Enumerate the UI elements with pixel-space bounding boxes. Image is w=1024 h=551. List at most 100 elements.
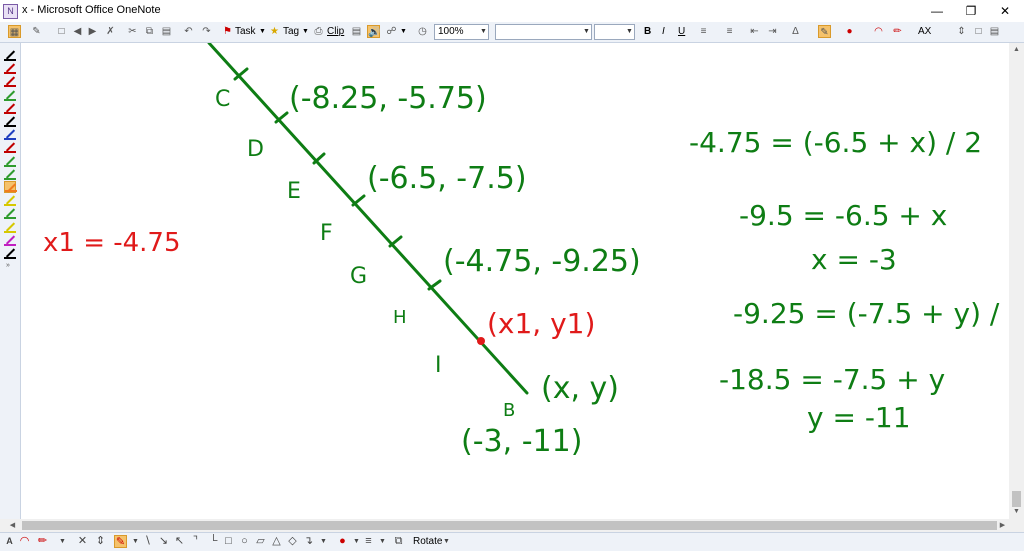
redo-icon[interactable]: ↷ <box>200 25 213 38</box>
clip-icon[interactable]: ⎙ <box>312 25 325 38</box>
rotate-button[interactable]: Rotate <box>413 535 442 548</box>
pen-swatch-icon[interactable] <box>4 49 16 61</box>
font-size-dropdown-icon[interactable]: ▼ <box>625 25 634 39</box>
page-view-icon[interactable]: ▦ <box>8 25 21 38</box>
full-page-icon[interactable]: ▤ <box>988 25 1001 38</box>
insert-space-icon[interactable]: ⇕ <box>955 25 968 38</box>
pen-swatch-icon[interactable] <box>4 247 16 259</box>
numbering-icon[interactable]: ≡ <box>723 25 736 38</box>
font-dropdown-icon[interactable]: ▼ <box>582 25 591 39</box>
pen-swatch-icon[interactable] <box>4 89 16 101</box>
eraser-dropdown-icon[interactable]: ▼ <box>56 535 69 548</box>
onenote-app-icon[interactable]: N <box>3 4 18 19</box>
rotate-dropdown-icon[interactable]: ▼ <box>440 535 453 548</box>
shape-color-icon[interactable]: ● <box>336 535 349 548</box>
parallelogram-tool-icon[interactable]: ▱ <box>254 535 267 548</box>
pen-swatch-icon[interactable] <box>4 234 16 246</box>
close-icon[interactable]: ✕ <box>988 0 1022 22</box>
pen-mode-icon[interactable]: ✎ <box>30 25 43 38</box>
page-icon[interactable]: □ <box>972 25 985 38</box>
arrow-tool-icon[interactable]: ↘ <box>157 535 170 548</box>
scroll-left-icon[interactable]: ◀ <box>6 519 19 532</box>
delete-page-icon[interactable]: ✗ <box>104 25 117 38</box>
vertical-scrollbar[interactable]: ▲ ▼ <box>1009 43 1024 532</box>
font-select[interactable]: ▼ <box>495 24 592 40</box>
pen-swatch-icon[interactable] <box>4 128 16 141</box>
circle-tool-icon[interactable]: ○ <box>238 535 251 548</box>
decrease-indent-icon[interactable]: ⇤ <box>748 25 761 38</box>
underline-button[interactable]: U <box>678 24 685 40</box>
pen-tool-icon[interactable]: ✎ <box>114 535 127 548</box>
audio-icon[interactable]: 🔊 <box>367 25 380 38</box>
task-flag-icon[interactable]: ⚑ <box>221 25 234 38</box>
clip-button[interactable]: Clip <box>327 24 344 40</box>
line-tool-icon[interactable]: ∖ <box>141 535 154 548</box>
lasso-icon[interactable]: ◠ <box>872 25 885 38</box>
arrange-icon[interactable]: ⧉ <box>392 535 405 548</box>
cut-icon[interactable]: ✂ <box>126 25 139 38</box>
pen-swatch-icon[interactable] <box>4 62 16 75</box>
pen-swatch-icon[interactable] <box>4 115 16 127</box>
paste-icon[interactable]: ▤ <box>160 25 173 38</box>
eraser-tool-icon[interactable]: ✏ <box>36 535 49 548</box>
highlight-color-icon[interactable]: ● <box>843 25 856 38</box>
help-icon[interactable]: ◷ <box>416 25 429 38</box>
delete-ink-icon[interactable]: ✕ <box>76 535 89 548</box>
copy-icon[interactable]: ⧉ <box>143 25 156 38</box>
undo-icon[interactable]: ↶ <box>182 25 195 38</box>
eraser-icon[interactable]: ✏ <box>891 25 904 38</box>
pen-swatch-icon[interactable] <box>4 141 16 154</box>
tag-button[interactable]: Tag <box>283 24 299 40</box>
minimize-icon[interactable]: — <box>920 0 954 22</box>
new-page-icon[interactable]: □ <box>55 25 68 38</box>
restore-icon[interactable]: ❐ <box>954 0 988 22</box>
tag-dropdown-icon[interactable]: ▼ <box>302 24 309 40</box>
pen-swatch-icon[interactable] <box>4 181 17 193</box>
scroll-right-icon[interactable]: ▶ <box>996 519 1009 532</box>
horizontal-scrollbar[interactable]: ◀ ▶ <box>0 519 1009 532</box>
pen-swatch-icon[interactable] <box>4 102 16 114</box>
double-arrow-tool-icon[interactable]: ↖ <box>173 535 186 548</box>
scroll-down-icon[interactable]: ▼ <box>1009 505 1024 519</box>
table-icon[interactable]: ▤ <box>350 25 363 38</box>
bullets-icon[interactable]: ≡ <box>697 25 710 38</box>
note-canvas[interactable]: C D E F G H I B (-8.25, -5.75) (-6.5, -7… <box>21 41 1024 519</box>
pen-color-icon[interactable]: ✎ <box>818 25 831 38</box>
pen-swatch-icon[interactable] <box>4 75 16 88</box>
font-size-select[interactable]: ▼ <box>594 24 635 40</box>
axis-dropdown-icon[interactable]: └ <box>207 535 220 548</box>
pen-swatch-icon[interactable] <box>4 221 16 233</box>
lasso-select-icon[interactable]: ◠ <box>18 535 31 548</box>
text-mode-icon[interactable]: A <box>3 535 16 548</box>
insert-space-tool-icon[interactable]: ⇕ <box>94 535 107 548</box>
forward-icon[interactable]: ▶ <box>86 25 99 38</box>
horizontal-scroll-thumb[interactable] <box>22 521 997 530</box>
ax-button[interactable]: AX <box>918 24 931 40</box>
line-weight-icon[interactable]: ≡ <box>362 535 375 548</box>
research-icon[interactable]: ☍ <box>385 25 398 38</box>
italic-button[interactable]: I <box>662 24 665 40</box>
pen-swatch-icon[interactable] <box>4 194 16 207</box>
research-dropdown-icon[interactable]: ▼ <box>400 24 407 40</box>
task-button[interactable]: Task <box>235 24 256 40</box>
tag-star-icon[interactable]: ★ <box>268 25 281 38</box>
zoom-select[interactable]: 100% ▼ <box>434 24 489 40</box>
axis-tool-icon[interactable]: ⌝ <box>189 535 202 548</box>
pen-swatch-icon[interactable] <box>4 168 16 180</box>
shape-dropdown-icon[interactable]: ▼ <box>317 535 330 548</box>
diamond-tool-icon[interactable]: ◇ <box>286 535 299 548</box>
pen-swatch-icon[interactable] <box>4 155 16 167</box>
pen-swatch-icon[interactable] <box>4 207 16 220</box>
triangle-tool-icon[interactable]: △ <box>270 535 283 548</box>
rectangle-tool-icon[interactable]: □ <box>222 535 235 548</box>
more-pens-icon[interactable]: » <box>6 262 10 269</box>
zoom-dropdown-icon[interactable]: ▼ <box>479 25 488 39</box>
bold-button[interactable]: B <box>644 24 651 40</box>
font-color-icon[interactable]: Δ <box>789 25 802 38</box>
connector-tool-icon[interactable]: ↴ <box>302 535 315 548</box>
back-icon[interactable]: ◀ <box>71 25 84 38</box>
line-weight-dropdown-icon[interactable]: ▼ <box>376 535 389 548</box>
task-dropdown-icon[interactable]: ▼ <box>259 24 266 40</box>
scroll-up-icon[interactable]: ▲ <box>1009 43 1024 57</box>
increase-indent-icon[interactable]: ⇥ <box>766 25 779 38</box>
